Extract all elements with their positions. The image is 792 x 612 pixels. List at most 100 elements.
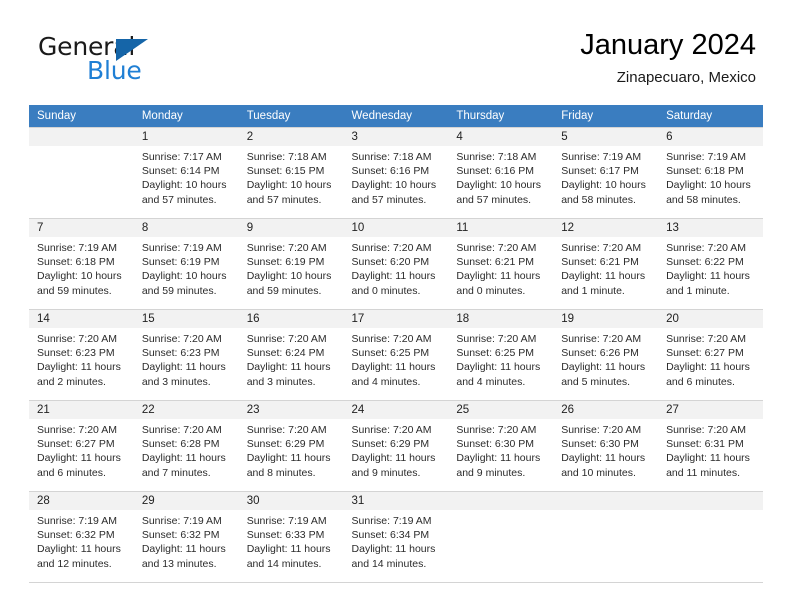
sunrise-time: Sunrise: 7:20 AM <box>456 424 537 436</box>
day-cell-inner: 12 Sunrise: 7:20 AM Sunset: 6:21 PM Dayligh… <box>553 219 659 309</box>
day-cell-inner: 21 Sunrise: 7:20 AM Sunset: 6:27 PM Dayligh… <box>29 401 134 491</box>
calendar-day-cell[interactable]: 3 Sunrise: 7:18 AM Sunset: 6:16 PM Daylight… <box>343 127 449 219</box>
calendar-day-cell[interactable]: 23 Sunrise: 7:20 AM Sunset: 6:29 PM Dayligh… <box>238 400 344 492</box>
sunset-time: Sunset: 6:18 PM <box>37 256 115 269</box>
day-cell-inner: 16 Sunrise: 7:20 AM Sunset: 6:24 PM Dayligh… <box>238 310 344 400</box>
calendar-day-cell[interactable]: 4 Sunrise: 7:18 AM Sunset: 6:16 PM Daylight… <box>448 127 554 219</box>
day-details: Sunrise: 7:19 AM Sunset: 6:18 PM Daylight:… <box>658 146 763 207</box>
sunset-time: Sunset: 6:30 PM <box>456 438 535 451</box>
day-number: 29 <box>133 492 239 510</box>
sunrise-time: Sunrise: 7:20 AM <box>351 424 432 436</box>
sunset-time: Sunset: 6:31 PM <box>666 438 744 451</box>
daylight-duration-line1: Daylight: 10 hours <box>141 270 227 283</box>
calendar-day-cell[interactable]: 29 Sunrise: 7:19 AM Sunset: 6:32 PM Dayligh… <box>133 491 239 583</box>
calendar-day-cell[interactable]: 7 Sunrise: 7:19 AM Sunset: 6:18 PM Daylight… <box>29 218 134 310</box>
day-cell-inner: 24 Sunrise: 7:20 AM Sunset: 6:29 PM Dayligh… <box>343 401 449 491</box>
calendar-day-cell[interactable]: 21 Sunrise: 7:20 AM Sunset: 6:27 PM Dayligh… <box>29 400 134 492</box>
sunset-time: Sunset: 6:17 PM <box>561 165 639 178</box>
calendar-day-cell[interactable]: 12 Sunrise: 7:20 AM Sunset: 6:21 PM Dayligh… <box>553 218 659 310</box>
day-cell-inner: 20 Sunrise: 7:20 AM Sunset: 6:27 PM Dayligh… <box>658 310 763 400</box>
sunrise-time: Sunrise: 7:19 AM <box>37 242 117 254</box>
sunset-time: Sunset: 6:26 PM <box>561 347 639 360</box>
daylight-duration-line1: Daylight: 11 hours <box>37 452 121 465</box>
calendar-day-cell[interactable]: 8 Sunrise: 7:19 AM Sunset: 6:19 PM Daylight… <box>133 218 239 310</box>
day-details: Sunrise: 7:18 AM Sunset: 6:16 PM Daylight:… <box>448 146 553 207</box>
day-details: Sunrise: 7:20 AM Sunset: 6:25 PM Daylight:… <box>448 328 553 389</box>
weekday-header-wednesday: Wednesday <box>343 105 449 128</box>
day-details: Sunrise: 7:20 AM Sunset: 6:25 PM Daylight:… <box>344 328 449 389</box>
daylight-duration-line1: Daylight: 11 hours <box>561 452 646 465</box>
calendar-week-row: 21 Sunrise: 7:20 AM Sunset: 6:27 PM Dayligh… <box>29 400 763 492</box>
calendar-day-cell[interactable]: 28 Sunrise: 7:19 AM Sunset: 6:32 PM Dayligh… <box>29 491 134 583</box>
daylight-duration-line2: and 11 minutes. <box>666 466 740 479</box>
sunrise-time: Sunrise: 7:19 AM <box>351 515 432 527</box>
calendar-day-cell[interactable]: 1 Sunrise: 7:17 AM Sunset: 6:14 PM Daylight… <box>133 127 239 219</box>
daylight-duration-line2: and 58 minutes. <box>561 193 636 206</box>
day-cell-inner: 23 Sunrise: 7:20 AM Sunset: 6:29 PM Dayligh… <box>238 401 344 491</box>
calendar-day-cell[interactable]: 26 Sunrise: 7:20 AM Sunset: 6:30 PM Dayligh… <box>553 400 659 492</box>
calendar-day-cell[interactable]: 17 Sunrise: 7:20 AM Sunset: 6:25 PM Dayligh… <box>343 309 449 401</box>
calendar-day-cell[interactable]: 2 Sunrise: 7:18 AM Sunset: 6:15 PM Daylight… <box>238 127 344 219</box>
sunset-time: Sunset: 6:30 PM <box>561 438 639 451</box>
day-cell-inner: 3 Sunrise: 7:18 AM Sunset: 6:16 PM Daylight… <box>343 128 449 218</box>
day-number: 14 <box>29 310 134 328</box>
calendar-day-cell[interactable]: 14 Sunrise: 7:20 AM Sunset: 6:23 PM Dayligh… <box>29 309 134 401</box>
day-number: 21 <box>29 401 134 419</box>
calendar-day-cell[interactable]: 10 Sunrise: 7:20 AM Sunset: 6:20 PM Dayligh… <box>343 218 449 310</box>
calendar-day-cell[interactable]: 19 Sunrise: 7:20 AM Sunset: 6:26 PM Dayligh… <box>553 309 659 401</box>
calendar-day-cell[interactable]: 22 Sunrise: 7:20 AM Sunset: 6:28 PM Dayligh… <box>133 400 239 492</box>
calendar-day-cell[interactable]: 27 Sunrise: 7:20 AM Sunset: 6:31 PM Dayligh… <box>658 400 763 492</box>
sunrise-time: Sunrise: 7:20 AM <box>456 333 537 345</box>
calendar-day-cell[interactable]: 18 Sunrise: 7:20 AM Sunset: 6:25 PM Dayligh… <box>448 309 554 401</box>
calendar-day-cell[interactable]: 13 Sunrise: 7:20 AM Sunset: 6:22 PM Dayligh… <box>658 218 763 310</box>
daylight-duration-line2: and 59 minutes. <box>246 284 322 297</box>
day-number: 11 <box>448 219 554 237</box>
daylight-duration-line2: and 10 minutes. <box>561 466 636 479</box>
day-number: 15 <box>133 310 239 328</box>
day-cell-inner: 13 Sunrise: 7:20 AM Sunset: 6:22 PM Dayligh… <box>658 219 763 309</box>
calendar-week-row: 1 Sunrise: 7:17 AM Sunset: 6:14 PM Daylight… <box>29 127 763 219</box>
generalblue-logo[interactable]: General Blue <box>38 33 238 89</box>
calendar-empty-cell <box>29 127 134 219</box>
day-number: 7 <box>29 219 134 237</box>
sunrise-time: Sunrise: 7:20 AM <box>561 424 642 436</box>
daylight-duration-line1: Daylight: 11 hours <box>246 543 331 556</box>
day-number: 23 <box>238 401 344 419</box>
calendar-day-cell[interactable]: 5 Sunrise: 7:19 AM Sunset: 6:17 PM Daylight… <box>553 127 659 219</box>
day-details: Sunrise: 7:20 AM Sunset: 6:29 PM Daylight:… <box>239 419 344 480</box>
day-number: 4 <box>448 128 554 146</box>
weekday-header-thursday: Thursday <box>448 105 554 128</box>
daylight-duration-line1: Daylight: 11 hours <box>351 543 436 556</box>
day-details: Sunrise: 7:20 AM Sunset: 6:23 PM Daylight:… <box>134 328 239 389</box>
calendar-day-cell[interactable]: 31 Sunrise: 7:19 AM Sunset: 6:34 PM Dayligh… <box>343 491 449 583</box>
calendar-day-cell[interactable]: 20 Sunrise: 7:20 AM Sunset: 6:27 PM Dayligh… <box>658 309 763 401</box>
daylight-duration-line1: Daylight: 11 hours <box>456 270 541 283</box>
day-details: Sunrise: 7:20 AM Sunset: 6:28 PM Daylight:… <box>134 419 239 480</box>
calendar-day-cell[interactable]: 15 Sunrise: 7:20 AM Sunset: 6:23 PM Dayligh… <box>133 309 239 401</box>
daylight-duration-line2: and 4 minutes. <box>351 375 421 388</box>
weekday-header-friday: Friday <box>553 105 659 128</box>
calendar-day-cell[interactable]: 16 Sunrise: 7:20 AM Sunset: 6:24 PM Dayligh… <box>238 309 344 401</box>
day-details: Sunrise: 7:20 AM Sunset: 6:29 PM Daylight:… <box>344 419 449 480</box>
day-number: 2 <box>238 128 344 146</box>
day-number: 1 <box>133 128 239 146</box>
calendar-day-cell[interactable]: 6 Sunrise: 7:19 AM Sunset: 6:18 PM Daylight… <box>658 127 763 219</box>
sunrise-time: Sunrise: 7:19 AM <box>141 515 222 527</box>
sunset-time: Sunset: 6:33 PM <box>246 529 325 542</box>
calendar-day-cell[interactable]: 9 Sunrise: 7:20 AM Sunset: 6:19 PM Daylight… <box>238 218 344 310</box>
daylight-duration-line1: Daylight: 11 hours <box>141 543 226 556</box>
calendar-day-cell[interactable]: 30 Sunrise: 7:19 AM Sunset: 6:33 PM Dayligh… <box>238 491 344 583</box>
day-cell-inner: 5 Sunrise: 7:19 AM Sunset: 6:17 PM Daylight… <box>553 128 659 218</box>
calendar-day-cell[interactable]: 25 Sunrise: 7:20 AM Sunset: 6:30 PM Dayligh… <box>448 400 554 492</box>
day-number: 13 <box>658 219 763 237</box>
calendar-day-cell[interactable]: 24 Sunrise: 7:20 AM Sunset: 6:29 PM Dayligh… <box>343 400 449 492</box>
weekday-header-monday: Monday <box>133 105 239 128</box>
calendar-day-cell[interactable]: 11 Sunrise: 7:20 AM Sunset: 6:21 PM Dayligh… <box>448 218 554 310</box>
sunset-time: Sunset: 6:15 PM <box>246 165 325 178</box>
day-cell-inner: 22 Sunrise: 7:20 AM Sunset: 6:28 PM Dayligh… <box>133 401 239 491</box>
day-details: Sunrise: 7:18 AM Sunset: 6:16 PM Daylight:… <box>344 146 449 207</box>
sunrise-time: Sunrise: 7:17 AM <box>141 151 222 163</box>
sunrise-time: Sunrise: 7:20 AM <box>666 424 747 436</box>
daylight-duration-line1: Daylight: 11 hours <box>37 543 121 556</box>
sunset-time: Sunset: 6:25 PM <box>456 347 535 360</box>
